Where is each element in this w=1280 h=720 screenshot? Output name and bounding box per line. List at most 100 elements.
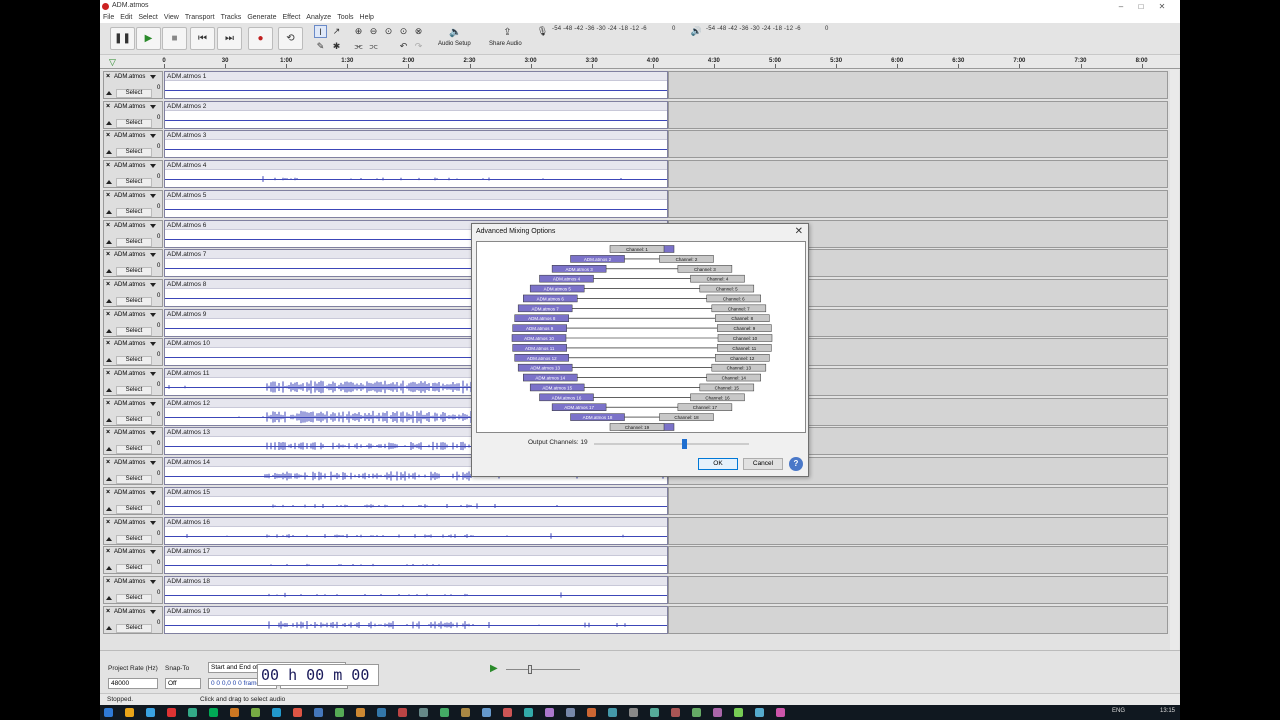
loop-button[interactable]: ⟲ bbox=[278, 27, 303, 50]
collapse-track-icon[interactable] bbox=[106, 298, 112, 303]
taskbar-language[interactable]: ENG bbox=[1112, 708, 1125, 714]
track-select-button[interactable]: Select bbox=[116, 564, 152, 574]
taskbar-app-icon[interactable] bbox=[104, 708, 113, 717]
menu-tools[interactable]: Tools bbox=[334, 13, 356, 22]
collapse-track-icon[interactable] bbox=[106, 447, 112, 452]
empty-track-area[interactable] bbox=[668, 486, 1168, 515]
taskbar-app-icon[interactable] bbox=[398, 708, 407, 717]
taskbar-app-icon[interactable] bbox=[671, 708, 680, 717]
close-track-icon[interactable]: × bbox=[106, 251, 110, 258]
share-audio-button[interactable]: ⇪ bbox=[501, 26, 514, 39]
zoom-in-button[interactable]: ⊕ bbox=[352, 25, 365, 38]
clip-header[interactable] bbox=[165, 606, 667, 616]
track-name-menu[interactable]: ADM.atmos bbox=[114, 163, 145, 169]
empty-track-area[interactable] bbox=[668, 189, 1168, 218]
track-name-menu[interactable]: ADM.atmos bbox=[114, 430, 145, 436]
close-track-icon[interactable]: × bbox=[106, 548, 110, 555]
silence-button[interactable]: ⫗ bbox=[367, 40, 380, 53]
close-track-icon[interactable]: × bbox=[106, 400, 110, 407]
collapse-track-icon[interactable] bbox=[106, 595, 112, 600]
collapse-track-icon[interactable] bbox=[106, 91, 112, 95]
taskbar-app-icon[interactable] bbox=[251, 708, 260, 717]
audio-track[interactable]: × ADM.atmos Select 0 ADM.atmos 15 bbox=[100, 486, 1168, 515]
taskbar-app-icon[interactable] bbox=[713, 708, 722, 717]
menu-analyze[interactable]: Analyze bbox=[303, 13, 334, 22]
audio-track[interactable]: × ADM.atmos Select 0 ADM.atmos 16 bbox=[100, 516, 1168, 545]
vertical-scrollbar[interactable] bbox=[1170, 70, 1179, 650]
close-track-icon[interactable]: × bbox=[106, 192, 110, 199]
track-select-button[interactable]: Select bbox=[116, 534, 152, 544]
collapse-track-icon[interactable] bbox=[106, 239, 112, 244]
output-channels-slider[interactable] bbox=[594, 443, 749, 445]
track-select-button[interactable]: Select bbox=[116, 207, 152, 217]
taskbar-app-icon[interactable] bbox=[461, 708, 470, 717]
track-name-menu[interactable]: ADM.atmos bbox=[114, 74, 145, 80]
taskbar-app-icon[interactable] bbox=[629, 708, 638, 717]
taskbar-app-icon[interactable] bbox=[356, 708, 365, 717]
play-button[interactable]: ▶ bbox=[136, 27, 161, 50]
track-name-menu[interactable]: ADM.atmos bbox=[114, 460, 145, 466]
play-speed-thumb[interactable] bbox=[528, 665, 532, 674]
clip-header[interactable] bbox=[165, 101, 667, 111]
cancel-button[interactable]: Cancel bbox=[743, 458, 783, 470]
collapse-track-icon[interactable] bbox=[106, 417, 112, 422]
track-select-button[interactable]: Select bbox=[116, 296, 152, 306]
audio-clip[interactable]: ADM.atmos 4 bbox=[164, 160, 668, 189]
zoom-toggle-button[interactable]: ⊗ bbox=[412, 25, 425, 38]
close-track-icon[interactable]: × bbox=[106, 489, 110, 496]
track-name-menu[interactable]: ADM.atmos bbox=[114, 520, 145, 526]
audio-clip[interactable]: ADM.atmos 18 bbox=[164, 575, 668, 604]
taskbar-app-icon[interactable] bbox=[335, 708, 344, 717]
taskbar-app-icon[interactable] bbox=[377, 708, 386, 717]
mixing-matrix[interactable]: ADM.atmos 1Channel: 1ADM.atmos 2Channel:… bbox=[476, 241, 806, 433]
track-select-button[interactable]: Select bbox=[116, 148, 152, 158]
close-track-icon[interactable]: × bbox=[106, 429, 110, 436]
taskbar-app-icon[interactable] bbox=[230, 708, 239, 717]
collapse-track-icon[interactable] bbox=[106, 269, 112, 274]
play-at-speed-button[interactable]: ▶ bbox=[490, 663, 498, 674]
stop-button[interactable]: ■ bbox=[162, 27, 187, 50]
taskbar-app-icon[interactable] bbox=[650, 708, 659, 717]
close-window-button[interactable]: ✕ bbox=[1155, 2, 1169, 11]
empty-track-area[interactable] bbox=[668, 575, 1168, 604]
track-select-button[interactable]: Select bbox=[116, 118, 152, 128]
taskbar-app-icon[interactable] bbox=[734, 708, 743, 717]
recording-meter[interactable]: -54 -48 -42 -36 -30 -24 -18 -12 -6 bbox=[552, 26, 647, 36]
collapse-track-icon[interactable] bbox=[106, 625, 112, 630]
track-select-button[interactable]: Select bbox=[116, 89, 152, 98]
envelope-tool-button[interactable]: ↗ bbox=[330, 25, 343, 38]
taskbar-app-icon[interactable] bbox=[776, 708, 785, 717]
multi-tool-button[interactable]: ✱ bbox=[330, 40, 343, 53]
skip-start-button[interactable]: ⏮ bbox=[190, 27, 215, 50]
collapse-track-icon[interactable] bbox=[106, 388, 112, 392]
close-track-icon[interactable]: × bbox=[106, 459, 110, 466]
audio-clip[interactable]: ADM.atmos 19 bbox=[164, 605, 668, 634]
close-track-icon[interactable]: × bbox=[106, 370, 110, 377]
audio-track[interactable]: × ADM.atmos Select 0 ADM.atmos 3 bbox=[100, 129, 1168, 159]
collapse-track-icon[interactable] bbox=[106, 506, 112, 511]
track-select-button[interactable]: Select bbox=[116, 326, 152, 336]
selection-tool-button[interactable]: I bbox=[314, 25, 327, 38]
taskbar-app-icon[interactable] bbox=[209, 708, 218, 717]
menu-file[interactable]: File bbox=[100, 13, 117, 22]
track-select-button[interactable]: Select bbox=[116, 237, 152, 247]
close-track-icon[interactable]: × bbox=[106, 608, 110, 615]
audio-track[interactable]: × ADM.atmos Select 0 ADM.atmos 2 bbox=[100, 100, 1168, 129]
track-name-menu[interactable]: ADM.atmos bbox=[114, 371, 145, 377]
track-name-menu[interactable]: ADM.atmos bbox=[114, 609, 145, 615]
track-select-button[interactable]: Select bbox=[116, 475, 152, 485]
menu-select[interactable]: Select bbox=[135, 13, 160, 22]
collapse-track-icon[interactable] bbox=[106, 120, 112, 125]
track-name-menu[interactable]: ADM.atmos bbox=[114, 401, 145, 407]
dialog-close-button[interactable]: ✕ bbox=[795, 226, 803, 237]
taskbar-clock[interactable]: 13:15 bbox=[1160, 708, 1175, 714]
track-select-button[interactable]: Select bbox=[116, 445, 152, 455]
empty-track-area[interactable] bbox=[668, 130, 1168, 159]
track-name-menu[interactable]: ADM.atmos bbox=[114, 490, 145, 496]
collapse-track-icon[interactable] bbox=[106, 566, 112, 571]
close-track-icon[interactable]: × bbox=[106, 281, 110, 288]
menu-view[interactable]: View bbox=[161, 13, 182, 22]
track-name-menu[interactable]: ADM.atmos bbox=[114, 549, 145, 555]
collapse-track-icon[interactable] bbox=[106, 477, 112, 482]
ok-button[interactable]: OK bbox=[698, 458, 738, 470]
